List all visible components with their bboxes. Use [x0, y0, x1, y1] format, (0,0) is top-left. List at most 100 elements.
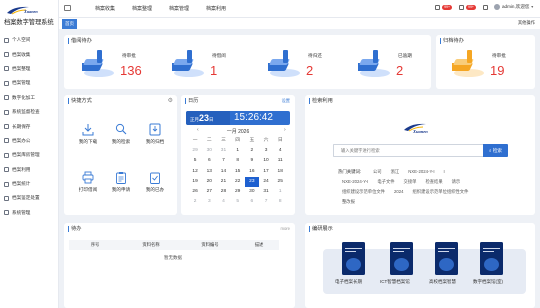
calendar-day[interactable]: 5	[231, 197, 245, 207]
calendar-day[interactable]: 13	[202, 167, 216, 177]
showcase-book-cover[interactable]	[342, 242, 365, 275]
calendar-day-selected[interactable]: 23	[244, 176, 259, 187]
calendar-day[interactable]: 17	[259, 167, 273, 177]
calendar-day[interactable]: 8	[273, 197, 287, 207]
stat-archive-approval[interactable]: 待审批 19	[452, 48, 522, 78]
sidebar-item-personal-space[interactable]: 个人空间	[0, 33, 59, 47]
calendar-day[interactable]: 14	[216, 167, 230, 177]
sidebar-item-appraisal[interactable]: 档案鉴定处置	[0, 191, 59, 205]
calendar-day[interactable]: 25	[273, 177, 287, 187]
sidebar-item-supervision[interactable]: 系统监督检查	[0, 105, 59, 119]
hot-keyword[interactable]: 电子文件	[377, 179, 394, 184]
calendar-day[interactable]: 3	[259, 146, 273, 156]
hot-keyword[interactable]: 公司	[373, 169, 382, 174]
calendar-day[interactable]: 29	[188, 146, 202, 156]
hot-keyword[interactable]: 组织建设示范单位组织性文件	[413, 189, 469, 194]
calendar-day[interactable]: 1	[231, 146, 245, 156]
stat-pending-return[interactable]: 待归还 2	[268, 48, 338, 78]
hot-keyword[interactable]: 请示	[452, 179, 461, 184]
calendar-day[interactable]: 8	[231, 156, 245, 166]
calendar-day[interactable]: 4	[216, 197, 230, 207]
sidebar-item-warehouse[interactable]: 档案库房管理	[0, 148, 59, 162]
sidebar-item-statistics[interactable]: 档案统计	[0, 177, 59, 191]
showcase-title[interactable]: ICT智慧档案馆	[380, 279, 410, 285]
shortcut-my-applications[interactable]: 我的申请	[106, 171, 136, 193]
calendar-day[interactable]: 22	[231, 177, 245, 187]
other-operations-dropdown[interactable]: 其他操作	[518, 20, 535, 26]
showcase-title[interactable]: 数字档案馆(室)	[473, 279, 503, 285]
shortcut-my-search[interactable]: 我的检索	[106, 123, 136, 145]
hot-keyword[interactable]: 2024	[394, 189, 404, 194]
search-input[interactable]	[334, 145, 483, 156]
shortcut-print-borrow[interactable]: 打印借阅	[73, 171, 103, 193]
stat-overdue[interactable]: 已逾期 2	[358, 48, 428, 78]
calendar-day[interactable]: 7	[259, 197, 273, 207]
menu-toggle-icon[interactable]	[64, 5, 71, 11]
message-icon[interactable]	[459, 4, 465, 10]
hot-keyword[interactable]: 组织建设示范单位文件	[342, 189, 385, 194]
calendar-day[interactable]: 6	[202, 156, 216, 166]
calendar-day[interactable]: 31	[216, 146, 230, 156]
showcase-book-cover[interactable]	[390, 242, 413, 275]
calendar-day[interactable]: 26	[188, 187, 202, 197]
search-button[interactable]: ⌕ 检索	[483, 144, 508, 157]
fullscreen-icon[interactable]	[482, 4, 488, 10]
hot-keyword[interactable]: 整改报	[342, 199, 355, 204]
notification-icon[interactable]	[435, 4, 441, 10]
calendar-day[interactable]: 5	[188, 156, 202, 166]
calendar-day[interactable]: 30	[245, 187, 259, 197]
hot-keyword[interactable]: 交接单	[404, 179, 417, 184]
nav-item-utilization[interactable]: 档案利用	[206, 5, 226, 12]
calendar-day[interactable]: 3	[202, 197, 216, 207]
nav-item-collection[interactable]: 档案收集	[95, 5, 115, 12]
calendar-day[interactable]: 4	[273, 146, 287, 156]
hot-keyword[interactable]: NXE-2024-Y-I	[342, 179, 368, 184]
username[interactable]: admin,欢迎您	[502, 4, 530, 10]
hot-keyword[interactable]: NXE-2024-Y-I	[408, 169, 434, 174]
showcase-title[interactable]: 高校档案智慧	[429, 279, 456, 285]
calendar-day[interactable]: 7	[216, 156, 230, 166]
showcase-book-cover[interactable]	[480, 242, 503, 275]
shortcut-my-completed[interactable]: 我的已办	[140, 171, 170, 193]
calendar-day[interactable]: 9	[245, 156, 259, 166]
calendar-settings-link[interactable]: 设置	[282, 98, 290, 104]
calendar-day[interactable]: 28	[216, 187, 230, 197]
calendar-day[interactable]: 29	[231, 187, 245, 197]
calendar-day[interactable]: 16	[245, 167, 259, 177]
hot-keyword[interactable]: 检查结果	[425, 179, 442, 184]
sidebar-item-system[interactable]: 系统管理	[0, 206, 59, 220]
calendar-day[interactable]: 10	[259, 156, 273, 166]
tab-home[interactable]: 首页	[62, 19, 77, 29]
calendar-day[interactable]: 2	[245, 146, 259, 156]
sidebar-item-arrangement[interactable]: 档案整理	[0, 62, 59, 76]
shortcut-my-downloads[interactable]: 我的下载	[73, 123, 103, 145]
chevron-down-icon[interactable]: ▼	[531, 5, 534, 9]
calendar-day[interactable]: 19	[188, 177, 202, 187]
sidebar-item-office[interactable]: 档案办公	[0, 134, 59, 148]
sidebar-item-preservation[interactable]: 长期保存	[0, 119, 59, 133]
calendar-day[interactable]: 20	[202, 177, 216, 187]
showcase-book-cover[interactable]	[435, 242, 458, 275]
calendar-day[interactable]: 30	[202, 146, 216, 156]
hot-keyword[interactable]: I	[444, 169, 445, 174]
calendar-day[interactable]: 18	[273, 167, 287, 177]
calendar-day[interactable]: 1	[273, 187, 287, 197]
calendar-day[interactable]: 24	[259, 177, 273, 187]
todo-more-link[interactable]: more	[280, 226, 290, 231]
calendar-day[interactable]: 6	[245, 197, 259, 207]
calendar-day[interactable]: 15	[231, 167, 245, 177]
settings-icon[interactable]: ⚙	[168, 97, 173, 104]
next-month-icon[interactable]: ›	[284, 127, 286, 133]
shortcut-my-archive[interactable]: 我的归档	[140, 123, 170, 145]
calendar-day[interactable]: 2	[188, 197, 202, 207]
calendar-day[interactable]: 21	[216, 177, 230, 187]
calendar-day[interactable]: 12	[188, 167, 202, 177]
stat-pending-borrow[interactable]: 待借阅 1	[172, 48, 242, 78]
calendar-day[interactable]: 27	[202, 187, 216, 197]
nav-item-management[interactable]: 档案管理	[169, 5, 189, 12]
avatar[interactable]	[493, 4, 500, 10]
calendar-day[interactable]: 31	[259, 187, 273, 197]
stat-pending-approval[interactable]: 待审批 136	[82, 48, 152, 78]
nav-item-arrangement[interactable]: 档案整理	[132, 5, 152, 12]
calendar-day[interactable]: 11	[273, 156, 287, 166]
